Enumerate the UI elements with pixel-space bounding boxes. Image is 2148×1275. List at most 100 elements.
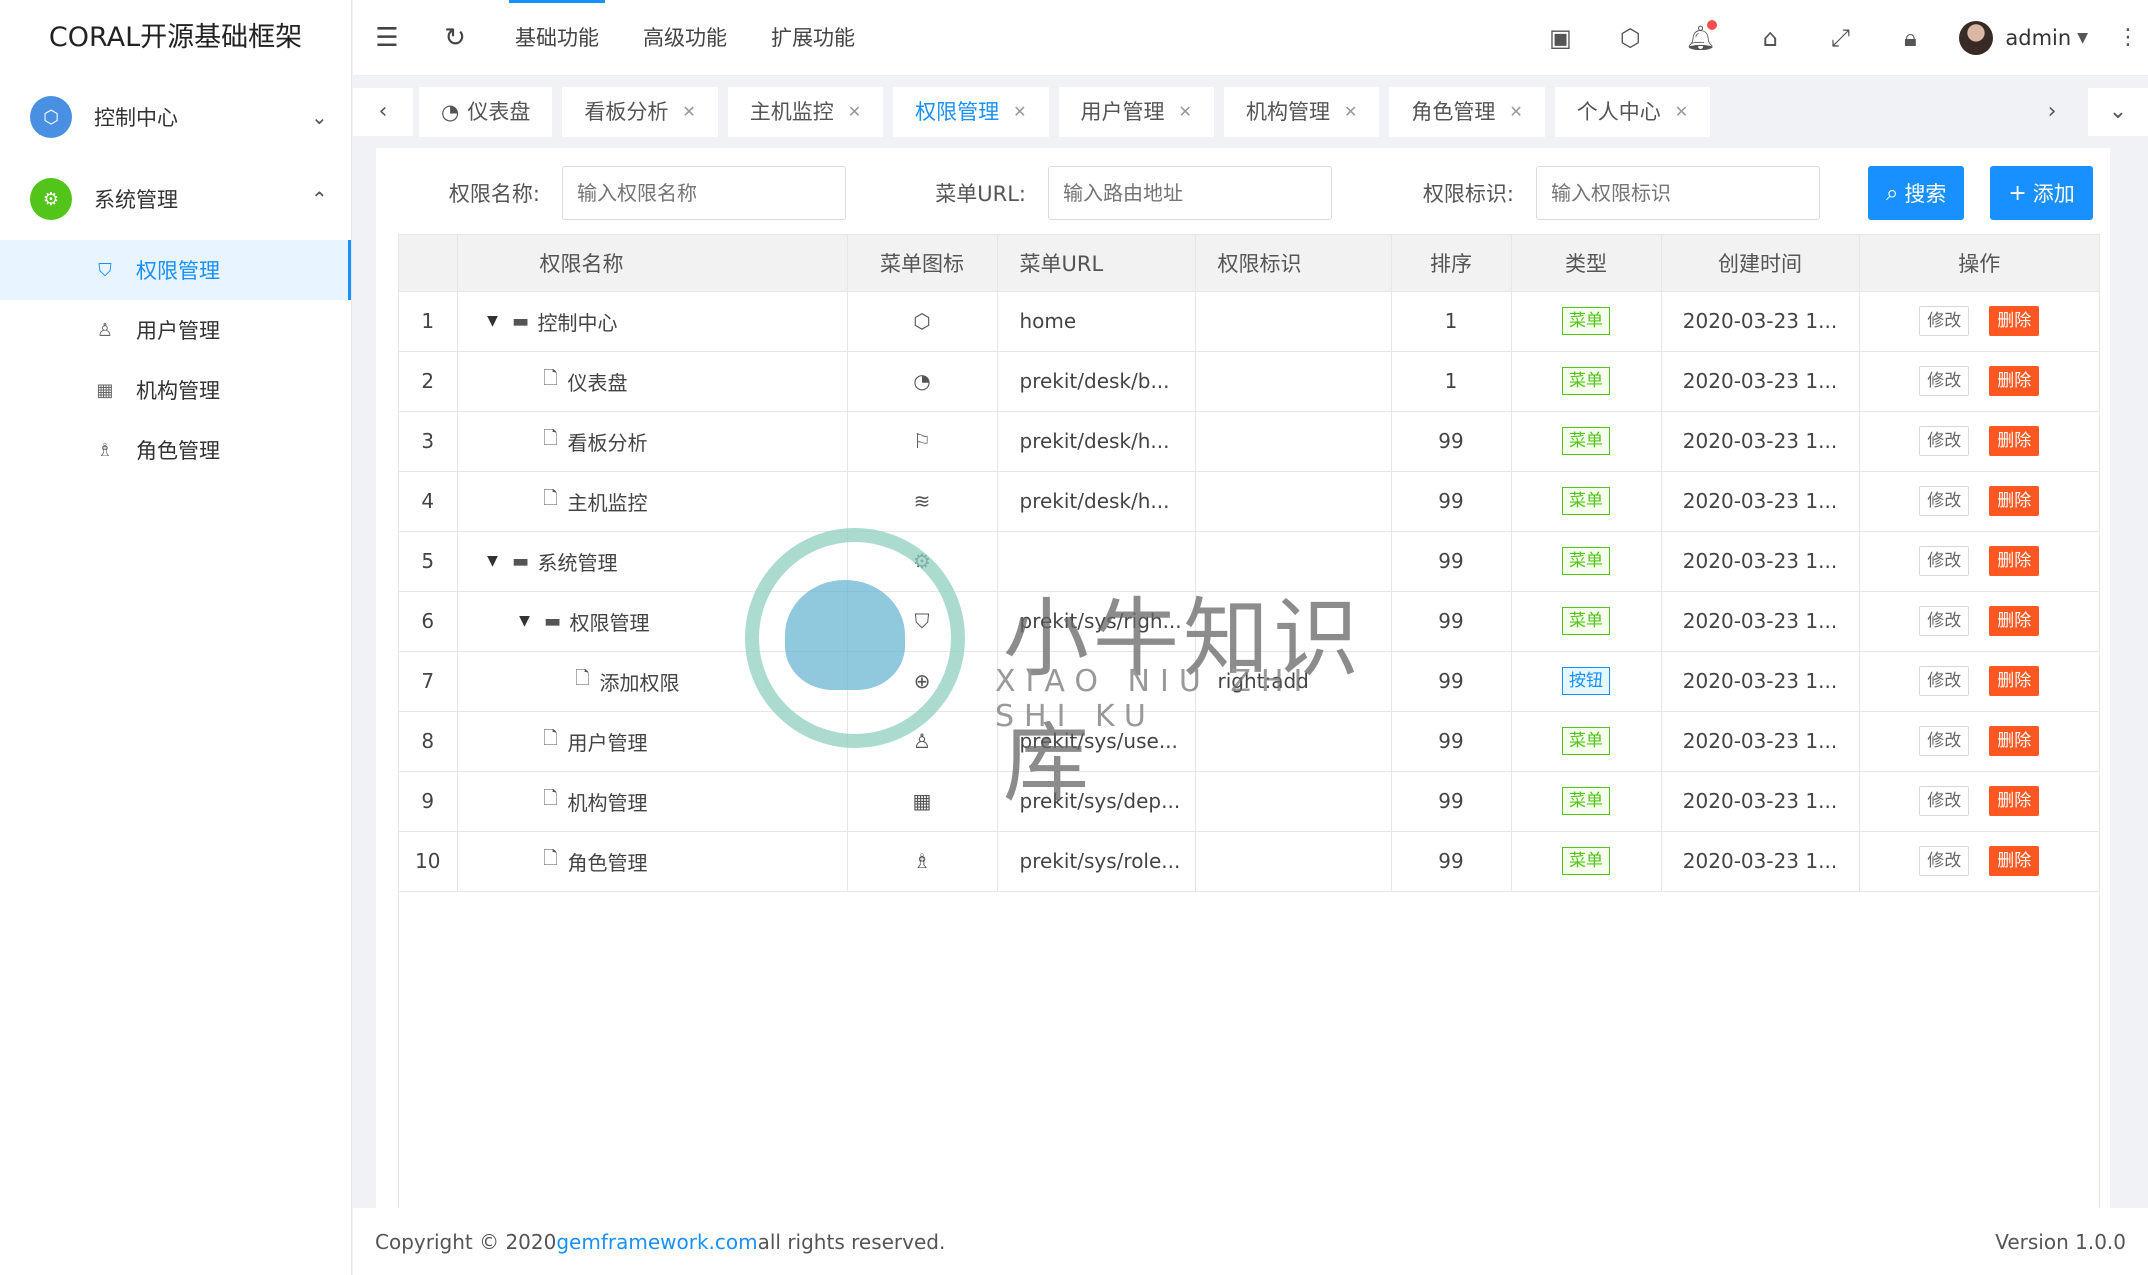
tab-monitor[interactable]: 主机监控 ✕ — [727, 87, 884, 137]
apps-icon[interactable]: ▣ — [1525, 24, 1595, 52]
scrollbar[interactable] — [2134, 148, 2148, 1208]
row-sort: 99 — [1391, 531, 1512, 592]
close-icon[interactable]: ✕ — [1013, 87, 1026, 137]
edit-button[interactable]: 修改 — [1919, 606, 1970, 636]
top-header: ☰ ↻ 基础功能 高级功能 扩展功能 ▣ ⬡ 🔔︎ ⌂ ⤢ 🔒︎ admin ▼… — [353, 0, 2148, 76]
refresh-icon[interactable]: ↻ — [421, 23, 489, 53]
nav-basic[interactable]: 基础功能 — [493, 0, 621, 76]
sidebar-group-control-center[interactable]: ⬡ 控制中心 ⌄ — [0, 76, 351, 158]
edit-button[interactable]: 修改 — [1919, 666, 1970, 696]
row-perm — [1195, 711, 1392, 772]
add-button[interactable]: + 添加 — [1990, 166, 2093, 220]
table-row[interactable]: 6 ▼ ▬ 权限管理 ⛉ prekit/sys/righ... 99 菜单 2020… — [399, 591, 2099, 652]
close-icon[interactable]: ✕ — [1675, 87, 1688, 137]
edit-button[interactable]: 修改 — [1919, 726, 1970, 756]
delete-button[interactable]: 删除 — [1989, 366, 2040, 396]
lock-icon[interactable]: 🔒︎ — [1875, 24, 1945, 52]
file-icon: 🗋︎ — [575, 668, 590, 689]
delete-button[interactable]: 删除 — [1989, 486, 2040, 516]
tab-label: 角色管理 — [1411, 100, 1496, 124]
caret-down-icon[interactable]: ▼ — [478, 313, 508, 329]
delete-button[interactable]: 删除 — [1989, 606, 2040, 636]
caret-down-icon[interactable]: ▼ — [478, 553, 508, 569]
tag-icon[interactable]: ⌂ — [1735, 24, 1805, 52]
tab-bar: ‹ ◔ 仪表盘 看板分析 ✕ 主机监控 ✕ 权限管理 ✕ 用户管理 ✕ 机构管理 ✕ 角色管… — [353, 76, 2148, 148]
table-row[interactable]: 2 🗋︎ 仪表盘 ◔ prekit/desk/b... 1 菜单 2020-03-… — [399, 351, 2099, 412]
row-sort: 99 — [1391, 711, 1512, 772]
delete-button[interactable]: 删除 — [1989, 726, 2040, 756]
notification-dot — [1707, 19, 1718, 30]
row-time: 2020-03-23 1... — [1661, 771, 1860, 832]
sidebar-item-roles[interactable]: ♗ 角色管理 — [0, 420, 351, 480]
tab-roles[interactable]: 角色管理 ✕ — [1389, 87, 1545, 137]
users-icon: ♗ — [96, 439, 114, 461]
tab-permissions[interactable]: 权限管理 ✕ — [893, 87, 1049, 137]
cube-icon[interactable]: ⬡ — [1595, 24, 1665, 52]
name-input[interactable] — [562, 166, 846, 220]
table-row[interactable]: 5 ▼ ▬ 系统管理 ⚙ 99 菜单 2020-03-23 1... 修改 删除 — [399, 531, 2099, 592]
delete-button[interactable]: 删除 — [1989, 846, 2040, 876]
table-row[interactable]: 4 🗋︎ 主机监控 ≋ prekit/desk/h... 99 菜单 2020-0… — [399, 471, 2099, 532]
close-icon[interactable]: ✕ — [1344, 87, 1357, 137]
row-sort: 99 — [1391, 771, 1512, 832]
table-row[interactable]: 3 🗋︎ 看板分析 ⚐ prekit/desk/h... 99 菜单 2020-0… — [399, 411, 2099, 472]
more-vertical-icon[interactable]: ⋮ — [2108, 25, 2148, 50]
nav-extended[interactable]: 扩展功能 — [749, 0, 877, 76]
menu-fold-icon[interactable]: ☰ — [353, 23, 421, 53]
table-row[interactable]: 1 ▼ ▬ 控制中心 ⬡ home 1 菜单 2020-03-23 1... 修改删… — [399, 291, 2099, 352]
close-icon[interactable]: ✕ — [1509, 87, 1522, 137]
close-icon[interactable]: ✕ — [1179, 87, 1192, 137]
header-actions: ▣ ⬡ 🔔︎ ⌂ ⤢ 🔒︎ admin ▼ ⋮ — [1525, 0, 2148, 76]
close-icon[interactable]: ✕ — [682, 87, 695, 137]
user-menu[interactable]: admin ▼ — [1959, 20, 2088, 55]
folder-icon: ▬ — [511, 310, 529, 332]
sidebar-group-system[interactable]: ⚙ 系统管理 ⌃ — [0, 158, 351, 240]
sidebar-item-users[interactable]: ♙ 用户管理 — [0, 300, 351, 360]
delete-button[interactable]: 删除 — [1989, 786, 2040, 816]
row-perm — [1195, 351, 1392, 412]
delete-button[interactable]: 删除 — [1989, 666, 2040, 696]
delete-button[interactable]: 删除 — [1989, 546, 2040, 576]
delete-button[interactable]: 删除 — [1989, 306, 2040, 336]
edit-button[interactable]: 修改 — [1919, 786, 1970, 816]
tab-dashboard[interactable]: ◔ 仪表盘 — [419, 87, 553, 137]
edit-button[interactable]: 修改 — [1919, 546, 1970, 576]
key-input[interactable] — [1536, 166, 1820, 220]
cube-icon: ⬡ — [913, 309, 931, 333]
tab-profile[interactable]: 个人中心 ✕ — [1554, 87, 1711, 137]
edit-button[interactable]: 修改 — [1919, 306, 1970, 336]
row-name: 系统管理 — [537, 550, 618, 575]
edit-button[interactable]: 修改 — [1919, 846, 1970, 876]
row-url: prekit/sys/righ... — [997, 591, 1196, 652]
edit-button[interactable]: 修改 — [1919, 366, 1970, 396]
tab-scroll-right-icon[interactable]: › — [2022, 88, 2082, 136]
gear-icon: ⚙ — [913, 549, 931, 573]
search-button[interactable]: ⌕ 搜索 — [1868, 166, 1965, 220]
table-row[interactable]: 8 🗋︎ 用户管理 ♙ prekit/sys/use... 99 菜单 2020-… — [399, 711, 2099, 772]
delete-button[interactable]: 删除 — [1989, 426, 2040, 456]
nav-advanced[interactable]: 高级功能 — [621, 0, 749, 76]
tab-orgs[interactable]: 机构管理 ✕ — [1223, 87, 1380, 137]
caret-down-icon[interactable]: ▼ — [510, 613, 540, 629]
bell-icon[interactable]: 🔔︎ — [1665, 19, 1735, 52]
edit-button[interactable]: 修改 — [1919, 426, 1970, 456]
table-row[interactable]: 7 🗋︎ 添加权限 ⊕ right:add 99 按钮 2020-03-23 1.… — [399, 651, 2099, 712]
sidebar-group-label: 系统管理 — [94, 188, 178, 212]
url-input[interactable] — [1048, 166, 1332, 220]
tab-scroll-left-icon[interactable]: ‹ — [353, 88, 413, 136]
copyright-suffix: all rights reserved. — [757, 1229, 946, 1254]
tab-users[interactable]: 用户管理 ✕ — [1058, 87, 1214, 137]
table-row[interactable]: 9 🗋︎ 机构管理 ▦ prekit/sys/dep... 99 菜单 2020-… — [399, 771, 2099, 832]
fullscreen-icon[interactable]: ⤢ — [1805, 24, 1875, 52]
sidebar-item-orgs[interactable]: ▦ 机构管理 — [0, 360, 351, 420]
footer-link[interactable]: gemframework.com — [556, 1230, 757, 1254]
row-index: 4 — [399, 471, 458, 532]
chevron-down-icon[interactable]: ⌄ — [2088, 88, 2148, 136]
edit-button[interactable]: 修改 — [1919, 486, 1970, 516]
chevron-up-icon: ⌃ — [311, 187, 328, 211]
tab-board[interactable]: 看板分析 ✕ — [562, 87, 718, 137]
sidebar-item-permissions[interactable]: ⛉ 权限管理 — [0, 240, 351, 300]
col-index — [399, 235, 458, 292]
close-icon[interactable]: ✕ — [848, 87, 861, 137]
table-row[interactable]: 10 🗋︎ 角色管理 ♗ prekit/sys/role... 99 菜单 202… — [399, 831, 2099, 892]
